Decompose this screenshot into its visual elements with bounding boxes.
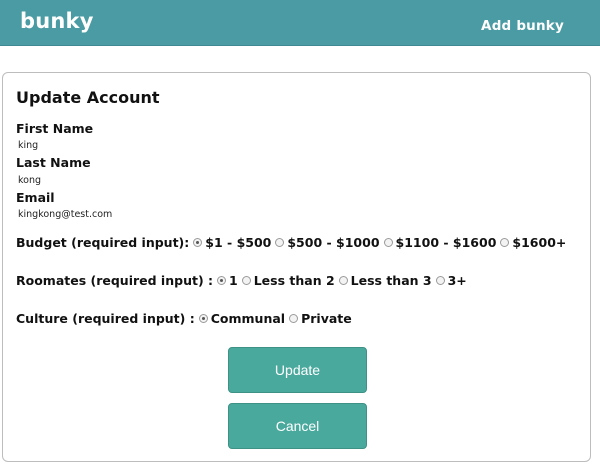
roommates-option-3: Less than 3 [350,273,432,288]
page-title: Update Account [16,88,160,107]
roommates-radio-1[interactable] [217,276,227,285]
culture-option-communal: Communal [210,311,286,326]
update-button[interactable]: Update [228,347,367,393]
roommates-row: Roomates (required input) : 1 Less than … [16,273,467,288]
roommates-option-2: Less than 2 [253,273,335,288]
last-name-value[interactable]: kong [18,175,41,186]
roommates-radio-2[interactable] [241,276,251,285]
budget-option-1: $1 - $500 [205,235,272,250]
budget-radio-1[interactable] [193,238,203,247]
roommates-label: Roomates (required input) : [16,273,214,288]
budget-option-2: $500 - $1000 [287,235,380,250]
budget-radio-3[interactable] [383,238,393,247]
budget-radio-4[interactable] [500,238,510,247]
email-label: Email [16,190,55,205]
culture-label: Culture (required input) : [16,311,195,326]
budget-option-3: $1100 - $1600 [395,235,497,250]
first-name-label: First Name [16,121,94,136]
culture-radio-communal[interactable] [198,314,208,323]
budget-option-4: $1600+ [512,235,567,250]
brand-logo[interactable]: bunky [20,9,94,33]
roommates-radio-4[interactable] [435,276,445,285]
culture-row: Culture (required input) : Communal Priv… [16,311,352,326]
culture-radio-private[interactable] [289,314,299,323]
cancel-button[interactable]: Cancel [228,403,367,449]
budget-radio-2[interactable] [275,238,285,247]
roommates-radio-3[interactable] [338,276,348,285]
culture-option-private: Private [301,311,352,326]
first-name-value[interactable]: king [18,140,38,151]
budget-label: Budget (required input): [16,235,190,250]
top-navbar: bunky Add bunky [0,0,600,46]
roommates-option-4: 3+ [447,273,467,288]
last-name-label: Last Name [16,155,91,170]
roommates-option-1: 1 [229,273,238,288]
email-value[interactable]: kingkong@test.com [18,209,112,220]
budget-row: Budget (required input): $1 - $500 $500 … [16,235,566,250]
add-bunky-link[interactable]: Add bunky [481,18,564,34]
